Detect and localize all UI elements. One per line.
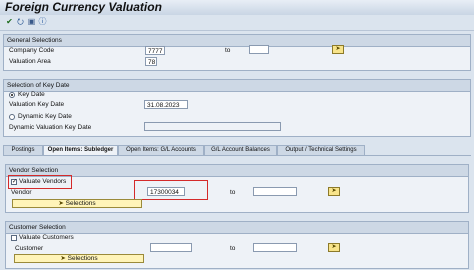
- tab-open-items-subledger[interactable]: Open Items: Subledger: [43, 145, 118, 155]
- customer-to-field[interactable]: [253, 243, 297, 252]
- tab-strip: Postings Open Items: Subledger Open Item…: [3, 145, 471, 155]
- selections-arrow-icon: ➤: [58, 200, 64, 207]
- valuation-key-date-label: Valuation Key Date: [9, 101, 65, 108]
- window-title: Foreign Currency Valuation: [5, 0, 162, 14]
- title-bar: Foreign Currency Valuation: [0, 0, 474, 16]
- customer-to-label: to: [230, 245, 236, 252]
- execute-icon[interactable]: ✔: [5, 17, 14, 26]
- vendor-to-label: to: [230, 189, 236, 196]
- tab-output-technical-settings[interactable]: Output / Technical Settings: [277, 145, 365, 155]
- dynamic-valuation-key-date-field[interactable]: [144, 122, 281, 131]
- vendor-checkbox-highlight: [8, 175, 72, 189]
- customer-label: Customer: [15, 245, 44, 252]
- save-icon[interactable]: ▣: [27, 17, 36, 26]
- valuation-key-date-field[interactable]: 31.08.2023: [144, 100, 188, 109]
- company-code-to-field[interactable]: [249, 45, 269, 54]
- multiple-selection-company-code-button[interactable]: ➤: [332, 45, 344, 54]
- multiple-selection-vendor-button[interactable]: ➤: [328, 187, 340, 196]
- key-date-title: Selection of Key Date: [4, 80, 470, 92]
- vendor-selections-button[interactable]: ➤ Selections: [12, 199, 142, 208]
- vendor-selections-label: Selections: [65, 200, 96, 207]
- variant-icon[interactable]: ⭮: [16, 17, 25, 26]
- dynamic-key-date-radio[interactable]: [9, 114, 15, 120]
- info-icon[interactable]: ⓘ: [38, 17, 47, 26]
- customer-selections-button[interactable]: ➤ Selections: [14, 254, 144, 263]
- key-date-radio[interactable]: [9, 92, 15, 98]
- vendor-label: Vendor: [11, 189, 32, 196]
- tab-gl-account-balances[interactable]: G/L Account Balances: [204, 145, 277, 155]
- dynamic-key-date-option-label: Dynamic Key Date: [18, 113, 72, 120]
- customer-field[interactable]: [150, 243, 192, 252]
- customer-selection-title: Customer Selection: [6, 222, 468, 234]
- general-selections-title: General Selections: [4, 35, 470, 47]
- vendor-field-highlight: [134, 180, 208, 200]
- tab-postings[interactable]: Postings: [3, 145, 43, 155]
- vendor-to-field[interactable]: [253, 187, 297, 196]
- dynamic-valuation-key-date-label: Dynamic Valuation Key Date: [9, 124, 92, 131]
- multiple-selection-customer-button[interactable]: ➤: [328, 243, 340, 252]
- application-toolbar: [0, 15, 474, 31]
- tab-open-items-gl-accounts[interactable]: Open Items: G/L Accounts: [118, 145, 204, 155]
- valuation-area-label: Valuation Area: [9, 58, 51, 65]
- general-selections-group: General Selections: [3, 34, 471, 71]
- key-date-option-label: Key Date: [18, 91, 45, 98]
- valuate-customers-label: Valuate Customers: [19, 234, 74, 241]
- valuate-customers-checkbox[interactable]: [11, 235, 17, 241]
- customer-selections-label: Selections: [67, 255, 98, 262]
- vendor-selection-title: Vendor Selection: [6, 165, 468, 177]
- selections-arrow-icon: ➤: [60, 255, 66, 262]
- company-code-label: Company Code: [9, 47, 55, 54]
- valuation-area-field[interactable]: 78: [145, 57, 157, 66]
- company-code-field[interactable]: 7777: [145, 46, 165, 55]
- company-code-to-label: to: [225, 47, 231, 54]
